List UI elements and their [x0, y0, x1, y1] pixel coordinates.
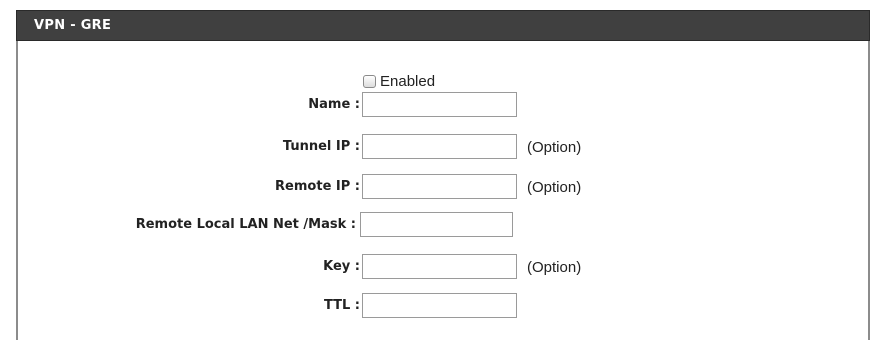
remote-lan-mask-label: Remote Local LAN Net /Mask :	[135, 217, 356, 232]
remote-ip-input[interactable]	[362, 174, 517, 199]
ttl-row: TTL :	[18, 293, 868, 319]
ttl-label: TTL :	[323, 298, 360, 313]
key-option-hint: (Option)	[527, 259, 582, 276]
name-row: Name :	[18, 92, 868, 118]
key-row: Key : (Option)	[18, 254, 868, 280]
key-input[interactable]	[362, 254, 517, 279]
panel-title: VPN - GRE	[34, 18, 112, 33]
enable-checkbox-row[interactable]: Enabled	[363, 71, 435, 91]
enabled-label: Enabled	[380, 72, 436, 90]
remote-ip-label: Remote IP :	[275, 179, 360, 194]
name-label: Name :	[308, 97, 360, 112]
tunnel-ip-input[interactable]	[362, 134, 517, 159]
name-input[interactable]	[362, 92, 517, 117]
remote-lan-mask-input[interactable]	[360, 212, 513, 237]
enabled-checkbox[interactable]	[363, 74, 376, 88]
key-label: Key :	[323, 259, 360, 274]
remote-ip-row: Remote IP : (Option)	[18, 174, 868, 200]
ttl-input[interactable]	[362, 293, 517, 318]
remote-lan-mask-row: Remote Local LAN Net /Mask :	[18, 212, 868, 238]
vpn-gre-panel: VPN - GRE Enabled Name : Tunnel IP : (Op…	[16, 10, 870, 340]
tunnel-ip-label: Tunnel IP :	[282, 139, 360, 154]
panel-header: VPN - GRE	[16, 10, 870, 41]
tunnel-ip-option-hint: (Option)	[527, 139, 582, 156]
remote-ip-option-hint: (Option)	[527, 179, 582, 196]
tunnel-ip-row: Tunnel IP : (Option)	[18, 134, 868, 160]
